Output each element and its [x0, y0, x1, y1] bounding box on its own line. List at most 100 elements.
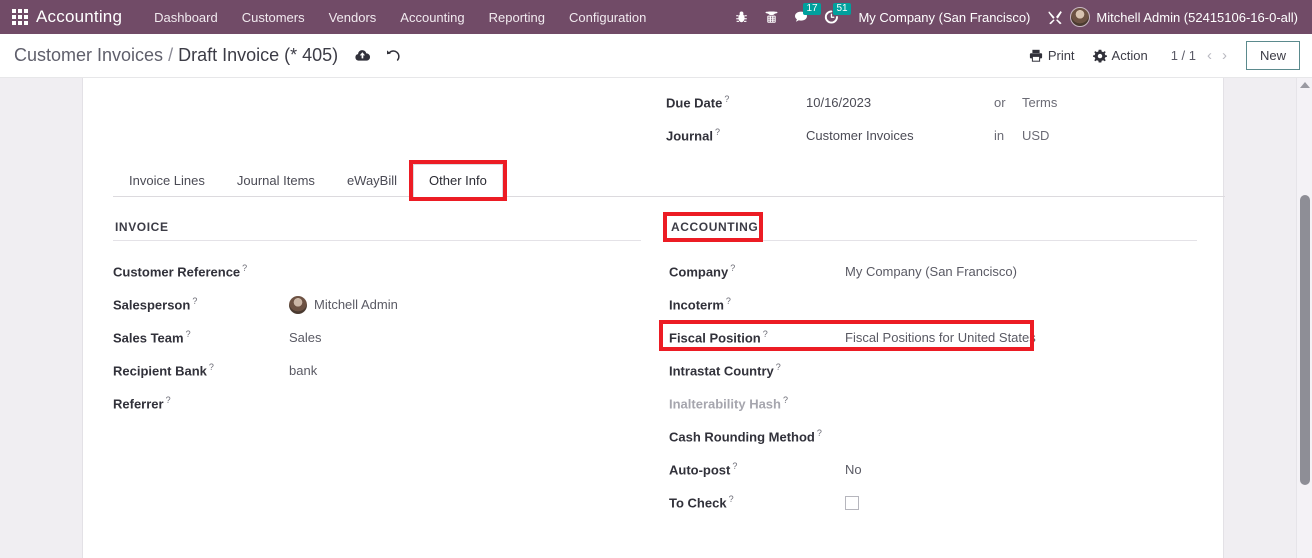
form-sheet: Due Date? 10/16/2023 or Terms Journal? C…: [82, 78, 1225, 558]
menu-item-accounting[interactable]: Accounting: [388, 3, 476, 32]
help-icon[interactable]: ?: [209, 362, 214, 372]
company-label: Company?: [669, 263, 736, 280]
field-row-auto-post: Auto-post? No: [669, 453, 1197, 486]
app-brand-accounting[interactable]: Accounting: [36, 7, 122, 27]
help-icon[interactable]: ?: [166, 395, 171, 405]
field-row-sales-team: Sales Team? Sales: [113, 321, 641, 354]
journal-connector: in: [994, 128, 1005, 143]
new-button[interactable]: New: [1245, 41, 1300, 70]
help-icon[interactable]: ?: [732, 461, 737, 471]
incoterm-label: Incoterm?: [669, 296, 731, 313]
menu-item-reporting[interactable]: Reporting: [477, 3, 557, 32]
top-navbar: Accounting Dashboard Customers Vendors A…: [0, 0, 1312, 34]
apps-grid-icon[interactable]: [10, 7, 30, 27]
control-panel: Customer Invoices / Draft Invoice (* 405…: [0, 34, 1312, 78]
action-button[interactable]: Action: [1084, 43, 1157, 68]
notebook-tabs: Invoice Lines Journal Items eWayBill Oth…: [113, 160, 1225, 201]
field-row-to-check: To Check?: [669, 486, 1197, 519]
breadcrumb-parent[interactable]: Customer Invoices: [14, 45, 163, 66]
print-button[interactable]: Print: [1020, 43, 1084, 68]
sales-team-value[interactable]: Sales: [289, 330, 322, 345]
auto-post-label: Auto-post?: [669, 461, 738, 478]
control-panel-right: Print Action 1 / 1 ‹ › New: [1020, 41, 1300, 70]
tab-ewaybill[interactable]: eWayBill: [331, 164, 413, 197]
field-row-inalterability-hash: Inalterability Hash?: [669, 387, 1197, 420]
group-title-accounting: ACCOUNTING: [669, 218, 1197, 241]
record-actions: [354, 49, 401, 63]
avatar[interactable]: [1070, 7, 1091, 27]
fiscal-position-label: Fiscal Position?: [669, 329, 768, 346]
user-menu[interactable]: Mitchell Admin (52415106-16-0-all): [1096, 10, 1302, 25]
other-info-groups: INVOICE Customer Reference? Salesperson?…: [113, 212, 1225, 519]
phone-dialpad-icon[interactable]: [756, 0, 786, 34]
tab-other-info[interactable]: Other Info: [413, 164, 503, 197]
cash-rounding-method-label: Cash Rounding Method?: [669, 428, 822, 445]
fiscal-position-value[interactable]: Fiscal Positions for United States: [845, 330, 1036, 345]
scrollbar-thumb[interactable]: [1300, 195, 1310, 485]
intrastat-country-label: Intrastat Country?: [669, 362, 781, 379]
activities-clock-icon[interactable]: 51: [816, 0, 851, 34]
field-row-intrastat-country: Intrastat Country?: [669, 354, 1197, 387]
currency-value[interactable]: USD: [1022, 128, 1049, 143]
help-icon[interactable]: ?: [192, 296, 197, 306]
menu-item-vendors[interactable]: Vendors: [317, 3, 389, 32]
field-row-salesperson: Salesperson? Mitchell Admin: [113, 288, 641, 321]
company-switcher[interactable]: My Company (San Francisco): [846, 10, 1040, 25]
journal-value[interactable]: Customer Invoices: [806, 128, 994, 143]
page-body: Due Date? 10/16/2023 or Terms Journal? C…: [0, 78, 1312, 558]
help-icon[interactable]: ?: [783, 395, 788, 405]
salesperson-name: Mitchell Admin: [314, 297, 398, 312]
help-icon[interactable]: ?: [715, 127, 720, 137]
auto-post-value[interactable]: No: [845, 462, 862, 477]
tab-journal-items[interactable]: Journal Items: [221, 164, 331, 197]
pager-next-button[interactable]: ›: [1217, 46, 1232, 65]
due-date-value[interactable]: 10/16/2023: [806, 95, 994, 110]
cloud-upload-icon[interactable]: [354, 49, 371, 62]
help-icon[interactable]: ?: [186, 329, 191, 339]
breadcrumb: Customer Invoices / Draft Invoice (* 405…: [14, 45, 401, 66]
menu-item-dashboard[interactable]: Dashboard: [142, 3, 230, 32]
recipient-bank-label: Recipient Bank?: [113, 362, 214, 379]
undo-icon[interactable]: [385, 49, 401, 63]
salesperson-value[interactable]: Mitchell Admin: [289, 295, 398, 314]
scroll-up-arrow-icon[interactable]: [1299, 82, 1310, 88]
tab-invoice-lines[interactable]: Invoice Lines: [113, 164, 221, 197]
help-icon[interactable]: ?: [242, 263, 247, 273]
field-row-referrer: Referrer?: [113, 387, 641, 420]
pager-value[interactable]: 1 / 1: [1171, 48, 1202, 63]
help-icon[interactable]: ?: [729, 494, 734, 504]
recipient-bank-value[interactable]: bank: [289, 363, 317, 378]
field-row-cash-rounding-method: Cash Rounding Method?: [669, 420, 1197, 453]
to-check-label: To Check?: [669, 494, 734, 511]
help-icon[interactable]: ?: [726, 296, 731, 306]
messages-icon[interactable]: 17: [786, 0, 821, 34]
field-row-customer-reference: Customer Reference?: [113, 255, 641, 288]
field-row-recipient-bank: Recipient Bank? bank: [113, 354, 641, 387]
due-date-connector: or: [994, 95, 1006, 110]
company-value[interactable]: My Company (San Francisco): [845, 264, 1017, 279]
salesperson-label: Salesperson?: [113, 296, 198, 313]
help-icon[interactable]: ?: [763, 329, 768, 339]
vertical-scrollbar[interactable]: [1296, 78, 1312, 558]
pager-previous-button[interactable]: ‹: [1202, 46, 1217, 65]
print-label: Print: [1047, 48, 1075, 63]
journal-label: Journal?: [666, 127, 720, 144]
help-icon[interactable]: ?: [724, 94, 729, 104]
menu-item-configuration[interactable]: Configuration: [557, 3, 658, 32]
group-title-invoice: INVOICE: [113, 218, 641, 241]
payment-terms-value[interactable]: Terms: [1022, 95, 1057, 110]
help-icon[interactable]: ?: [776, 362, 781, 372]
salesperson-avatar: [289, 295, 307, 314]
help-icon[interactable]: ?: [817, 428, 822, 438]
to-check-checkbox[interactable]: [845, 495, 859, 510]
customer-reference-label: Customer Reference?: [113, 263, 248, 280]
bug-icon[interactable]: [726, 0, 756, 34]
gear-icon: [1092, 49, 1107, 62]
field-row-due-date: Due Date? 10/16/2023 or Terms: [666, 86, 1206, 119]
activities-badge: 51: [833, 3, 851, 15]
help-icon[interactable]: ?: [730, 263, 735, 273]
group-invoice: INVOICE Customer Reference? Salesperson?…: [113, 218, 669, 519]
tools-icon[interactable]: [1040, 0, 1070, 34]
menu-item-customers[interactable]: Customers: [230, 3, 317, 32]
group-accounting: ACCOUNTING Company? My Company (San Fran…: [659, 212, 1225, 519]
